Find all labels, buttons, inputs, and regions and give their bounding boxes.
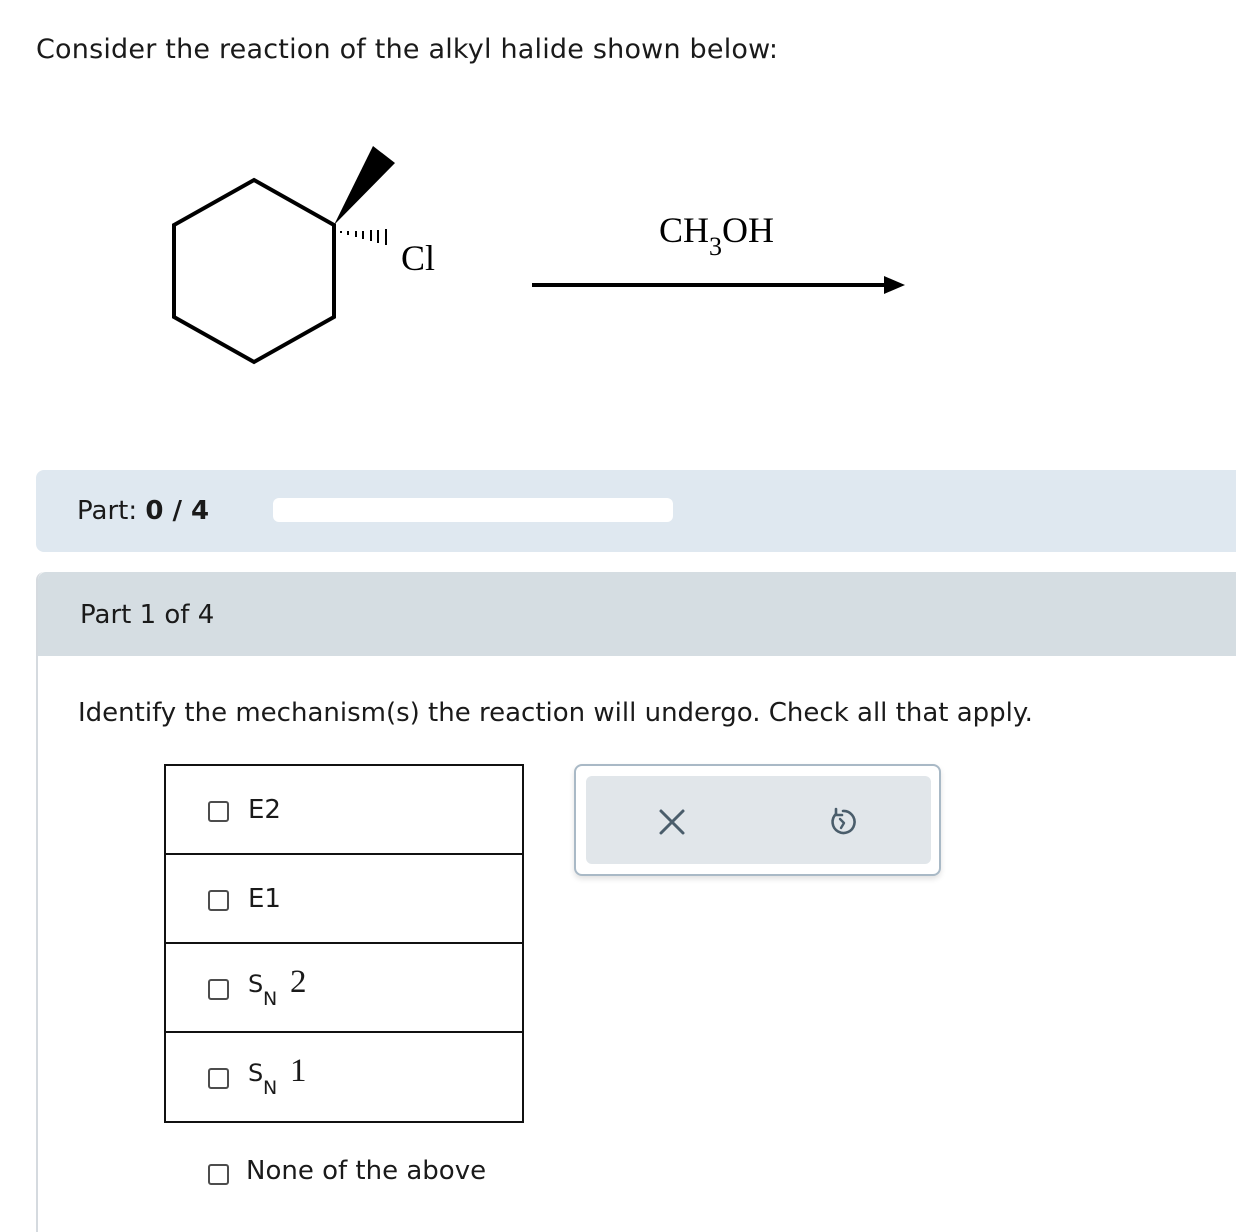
- option-none-label: None of the above: [246, 1156, 487, 1186]
- page: Consider the reaction of the alkyl halid…: [0, 0, 1236, 1232]
- undo-icon: [831, 807, 856, 835]
- option-none[interactable]: None of the above: [206, 1152, 526, 1192]
- checkbox-none[interactable]: [208, 1164, 229, 1185]
- options-table: E2 E1 SN2 SN1: [164, 764, 524, 1123]
- part-header: Part 1 of 4: [38, 572, 1236, 656]
- answer-tools-inner: [586, 776, 931, 864]
- undo-button[interactable]: [827, 806, 859, 838]
- progress-track: [273, 498, 673, 522]
- checkbox-e2[interactable]: [208, 801, 229, 822]
- option-e2[interactable]: E2: [166, 766, 522, 855]
- reagent-label: CH3OH: [659, 210, 774, 261]
- part-progress-bar: Part: 0 / 4: [36, 470, 1236, 552]
- checkbox-sn2[interactable]: [208, 979, 229, 1000]
- option-sn2[interactable]: SN2: [166, 944, 522, 1033]
- close-icon: [659, 809, 685, 835]
- checkbox-e1[interactable]: [208, 890, 229, 911]
- intro-text: Consider the reaction of the alkyl halid…: [36, 34, 779, 65]
- arrow-head: [884, 276, 905, 294]
- wedge-bond: [334, 146, 395, 225]
- option-e1-label: E1: [248, 884, 281, 914]
- hashed-bond: [340, 229, 387, 245]
- option-sn2-label: SN2: [248, 964, 307, 1010]
- clear-button[interactable]: [656, 806, 688, 838]
- question-text: Identify the mechanism(s) the reaction w…: [78, 698, 1033, 728]
- cyclohexane-ring: [172, 177, 336, 365]
- answer-tools-panel: [574, 764, 941, 876]
- chlorine-label: Cl: [401, 238, 435, 278]
- option-e1[interactable]: E1: [166, 855, 522, 944]
- option-sn1[interactable]: SN1: [166, 1033, 522, 1121]
- option-sn1-label: SN1: [248, 1053, 307, 1099]
- part-progress-value: 0 / 4: [145, 496, 210, 526]
- part-header-title: Part 1 of 4: [80, 600, 215, 630]
- option-e2-label: E2: [248, 795, 281, 825]
- reaction-scheme: Cl CH3OH: [172, 146, 905, 365]
- checkbox-sn1[interactable]: [208, 1068, 229, 1089]
- part-progress-label: Part: 0 / 4: [77, 496, 210, 526]
